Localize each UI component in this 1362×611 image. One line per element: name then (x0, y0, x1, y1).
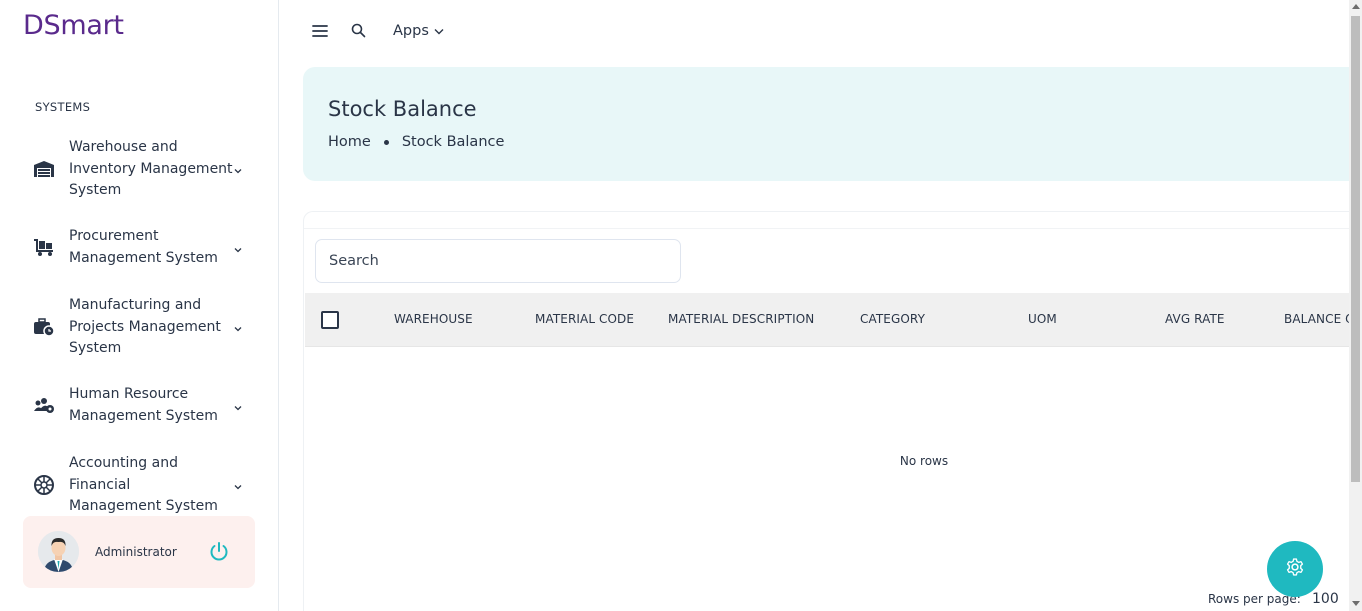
sidebar-item-label: Human Resource Management System (69, 386, 218, 424)
empty-state-text: No rows (899, 454, 949, 468)
avatar[interactable] (38, 531, 79, 572)
search-icon (351, 23, 366, 42)
chevron-down-icon (434, 23, 444, 39)
cart-flatbed-icon (24, 238, 64, 257)
scroll-thumb[interactable] (1351, 16, 1360, 482)
page-header: Stock Balance Home Stock Balance (303, 67, 1362, 181)
topbar: Apps (279, 0, 1349, 60)
breadcrumb-home[interactable]: Home (328, 134, 371, 150)
user-name: Administrator (95, 545, 177, 559)
table-header: WAREHOUSE MATERIAL CODE MATERIAL DESCRIP… (305, 293, 1362, 347)
chevron-down-icon (234, 318, 242, 337)
breadcrumb-current: Stock Balance (401, 134, 505, 150)
search-button[interactable] (351, 23, 366, 42)
column-header-avg-rate[interactable]: AVG RATE (1165, 312, 1225, 326)
divider (304, 228, 1362, 229)
sidebar-item-label: Accounting and Financial Management Syst… (69, 455, 218, 514)
breadcrumb: Home Stock Balance (328, 134, 504, 150)
warehouse-icon (24, 160, 64, 178)
column-header-warehouse[interactable]: WAREHOUSE (394, 312, 473, 326)
stock-balance-card: WAREHOUSE MATERIAL CODE MATERIAL DESCRIP… (303, 211, 1362, 611)
logout-button[interactable] (209, 541, 229, 566)
sidebar-item-human-resource[interactable]: Human Resource Management System (24, 384, 254, 427)
apps-label: Apps (393, 23, 429, 39)
sidebar-item-procurement[interactable]: Procurement Management System (24, 226, 254, 269)
chevron-down-icon (234, 160, 242, 179)
menu-toggle-button[interactable] (312, 23, 328, 42)
column-header-category[interactable]: CATEGORY (860, 312, 925, 326)
scroll-up-arrow-icon[interactable] (1352, 4, 1360, 9)
nav-caption: SYSTEMS (35, 100, 91, 114)
page-title: Stock Balance (328, 97, 477, 121)
column-header-uom[interactable]: UOM (1028, 312, 1057, 326)
column-header-balance-qty[interactable]: BALANCE Q (1284, 312, 1355, 326)
sidebar-item-label: Manufacturing and Projects Management Sy… (69, 297, 221, 356)
select-all-checkbox[interactable] (321, 311, 339, 329)
chevron-down-icon (234, 396, 242, 415)
chevron-down-icon (234, 476, 242, 495)
sidebar-item-accounting[interactable]: Accounting and Financial Management Syst… (24, 453, 254, 518)
sidebar-item-manufacturing[interactable]: Manufacturing and Projects Management Sy… (24, 295, 254, 360)
vertical-scrollbar[interactable] (1349, 0, 1362, 611)
briefcase-clock-icon (24, 318, 64, 337)
sidebar-item-label: Warehouse and Inventory Management Syste… (69, 139, 233, 198)
sidebar-item-label: Procurement Management System (69, 228, 218, 266)
column-header-material-code[interactable]: MATERIAL CODE (535, 312, 634, 326)
user-profile-card: Administrator (23, 516, 255, 588)
users-gear-icon (24, 397, 64, 415)
hamburger-icon (312, 23, 328, 42)
rows-per-page-select[interactable]: 100 (1312, 591, 1339, 607)
column-header-material-description[interactable]: MATERIAL DESCRIPTION (668, 312, 814, 326)
chevron-down-icon (234, 238, 242, 257)
settings-fab-button[interactable] (1267, 541, 1323, 597)
gear-icon (1285, 557, 1305, 581)
breadcrumb-separator (383, 139, 389, 145)
scroll-down-arrow-icon[interactable] (1352, 601, 1360, 606)
sidebar: DSmart SYSTEMS Warehouse and Inventory M… (0, 0, 279, 611)
app-logo[interactable]: DSmart (23, 10, 124, 41)
search-input[interactable] (315, 239, 681, 283)
aperture-icon (24, 474, 64, 496)
apps-dropdown[interactable]: Apps (393, 23, 444, 39)
power-icon (209, 542, 229, 566)
sidebar-item-warehouse[interactable]: Warehouse and Inventory Management Syste… (24, 137, 254, 202)
